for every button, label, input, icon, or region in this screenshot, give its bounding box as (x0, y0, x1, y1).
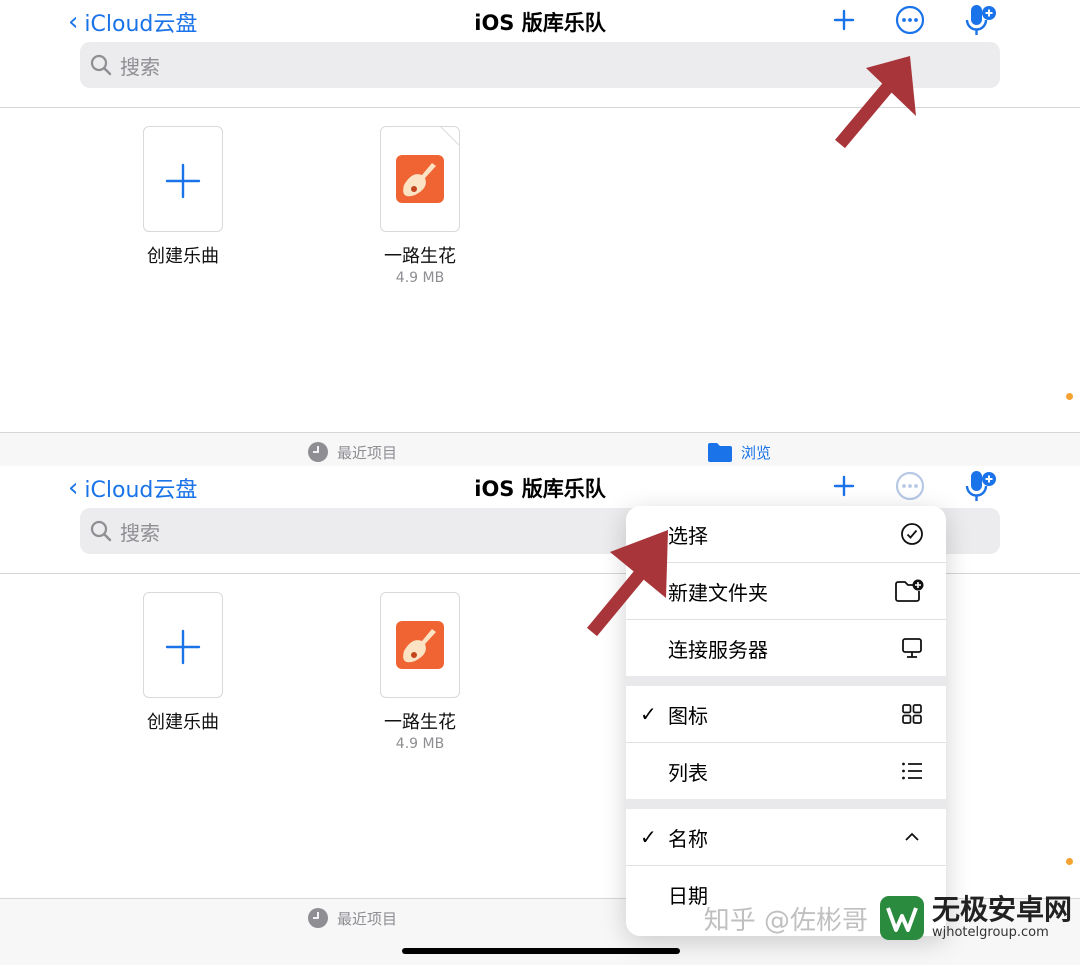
microphone-icon[interactable] (962, 468, 1000, 506)
orange-dot (1066, 858, 1073, 865)
song-file-size: 4.9 MB (395, 270, 445, 286)
tab-bar: 最近项目 浏览 (0, 432, 1080, 467)
song-file-label: 一路生花 (384, 712, 456, 733)
checkmark-circle-icon (901, 523, 923, 545)
watermark: 知乎 @佐彬哥 无极安卓网 wjhotelgroup.com (704, 894, 1072, 942)
menu-item-list-label: 列表 (668, 760, 708, 785)
more-options-icon[interactable] (894, 470, 926, 502)
song-file-size: 4.9 MB (395, 736, 445, 752)
folder-icon (708, 443, 732, 462)
menu-section-gap (626, 676, 946, 686)
clock-icon (308, 908, 328, 928)
grid-icon (902, 704, 922, 724)
watermark-overlay-text: 知乎 @佐彬哥 (703, 905, 868, 936)
search-placeholder: 搜索 (120, 54, 160, 79)
menu-section-gap (626, 799, 946, 809)
red-arrow-annotation (586, 530, 668, 637)
song-file-label: 一路生花 (384, 246, 456, 267)
menu-item-name-label: 名称 (668, 826, 708, 851)
checkmark-icon: ✓ (640, 825, 657, 849)
server-monitor-icon (902, 638, 922, 658)
song-file-tile[interactable] (380, 126, 460, 232)
chevron-up-icon (905, 832, 919, 841)
tab-recent-label: 最近项目 (337, 909, 398, 928)
search-icon (90, 520, 112, 542)
clock-icon (308, 442, 328, 462)
plus-icon (165, 163, 201, 199)
brand-name: 无极安卓网 (931, 893, 1072, 927)
create-song-label: 创建乐曲 (147, 246, 219, 267)
orange-dot (1066, 393, 1073, 400)
search-placeholder: 搜索 (120, 520, 160, 545)
menu-item-date-label: 日期 (668, 883, 708, 908)
tab-browse-label: 浏览 (741, 443, 772, 462)
more-options-icon[interactable] (894, 4, 926, 36)
list-icon (902, 762, 922, 780)
red-arrow-annotation (835, 56, 916, 149)
brand-url: wjhotelgroup.com (931, 925, 1049, 941)
tab-recent-label: 最近项目 (337, 443, 398, 462)
top-screenshot-panel: ‹ iCloud云盘 iOS 版库乐队 搜索 创建乐曲 一路生花 4.9 MB (0, 0, 1080, 432)
create-song-tile[interactable] (143, 592, 223, 698)
add-icon[interactable] (832, 8, 856, 32)
tab-recent[interactable]: 最近项目 (307, 441, 397, 463)
home-indicator (402, 948, 680, 954)
garageband-icon (396, 126, 460, 203)
folder-plus-icon (895, 579, 924, 602)
song-file-tile[interactable] (380, 592, 460, 698)
menu-item-icons[interactable]: ✓ 图标 (626, 686, 946, 742)
search-icon (90, 54, 112, 76)
menu-item-name[interactable]: ✓ 名称 (626, 809, 946, 865)
menu-item-icons-label: 图标 (668, 703, 708, 728)
menu-item-list[interactable]: 列表 (626, 743, 946, 799)
tab-browse[interactable]: 浏览 (707, 441, 771, 463)
brand-logo-icon (879, 896, 924, 940)
tab-recent[interactable]: 最近项目 (307, 907, 397, 929)
create-song-tile[interactable] (143, 126, 223, 232)
create-song-label: 创建乐曲 (147, 712, 219, 733)
plus-icon (165, 629, 201, 665)
add-icon[interactable] (832, 474, 856, 498)
checkmark-icon: ✓ (640, 702, 657, 726)
garageband-icon (396, 621, 444, 669)
microphone-icon[interactable] (962, 2, 1000, 40)
